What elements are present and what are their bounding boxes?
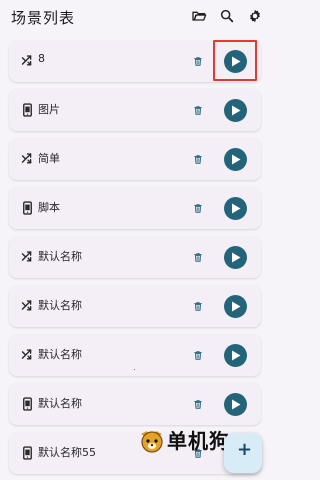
watermark-text: 单机狗: [167, 429, 230, 453]
trash-icon[interactable]: [193, 153, 203, 166]
play-button[interactable]: [224, 148, 247, 171]
shuffle-icon: [21, 251, 32, 262]
phone-icon: [23, 446, 32, 460]
play-icon: [232, 203, 241, 214]
play-icon: [232, 105, 241, 116]
scene-row[interactable]: 图片: [9, 89, 261, 131]
play-button[interactable]: [224, 344, 247, 367]
scene-label: 默认名称: [38, 397, 82, 410]
play-button[interactable]: [224, 99, 247, 122]
scene-list: 8 图片 简单 脚本 默认名称 默认名称 默认名称 默认名称 默认名称55: [9, 40, 261, 480]
scene-row[interactable]: 默认名称: [9, 334, 261, 376]
shuffle-icon: [21, 55, 32, 66]
scene-label: 简单: [38, 152, 60, 165]
scene-row[interactable]: 默认名称: [9, 236, 261, 278]
play-icon: [232, 154, 241, 165]
scene-label: 默认名称: [38, 348, 82, 361]
plus-icon[interactable]: +: [237, 439, 252, 460]
shuffle-icon: [21, 300, 32, 311]
play-icon: [232, 252, 241, 263]
page-title: 场景列表: [11, 9, 76, 27]
trash-icon[interactable]: [193, 349, 203, 362]
trash-icon[interactable]: [193, 251, 203, 264]
search-icon[interactable]: [219, 8, 235, 24]
trash-icon[interactable]: [193, 104, 203, 117]
trash-icon[interactable]: [193, 398, 203, 411]
play-icon: [232, 350, 241, 361]
scene-label: 默认名称: [38, 299, 82, 312]
shuffle-icon: [21, 153, 32, 164]
scene-label: 默认名称55: [38, 446, 96, 459]
play-button[interactable]: [224, 197, 247, 220]
trash-icon[interactable]: [193, 55, 203, 68]
trash-icon[interactable]: [193, 202, 203, 215]
trash-icon[interactable]: [193, 300, 203, 313]
phone-icon: [23, 103, 32, 117]
phone-icon: [23, 397, 32, 411]
scene-row[interactable]: 脚本: [9, 187, 261, 229]
play-icon: [232, 301, 241, 312]
play-button[interactable]: [224, 393, 247, 416]
play-button[interactable]: [224, 246, 247, 269]
scene-label: 8: [38, 52, 45, 65]
folder-open-icon[interactable]: [191, 8, 207, 24]
scene-list-screen: 场景列表 8 图片 简单 脚本 默认名称 默认名称 默认名称 默认名称 默认名称55 单机狗 +: [0, 0, 270, 480]
small-dot: [134, 369, 135, 370]
scene-row[interactable]: 默认名称: [9, 285, 261, 327]
shuffle-icon: [21, 349, 32, 360]
scene-row[interactable]: 8: [9, 40, 261, 82]
scene-row[interactable]: 默认名称: [9, 383, 261, 425]
scene-label: 默认名称: [38, 250, 82, 263]
play-icon: [232, 399, 241, 410]
settings-icon[interactable]: [247, 8, 263, 24]
play-button[interactable]: [224, 295, 247, 318]
top-app-bar: 场景列表: [0, 0, 270, 34]
scene-label: 脚本: [38, 201, 60, 214]
scene-row[interactable]: 简单: [9, 138, 261, 180]
phone-icon: [23, 201, 32, 215]
highlight-box: [213, 40, 257, 81]
scene-label: 图片: [38, 103, 60, 116]
